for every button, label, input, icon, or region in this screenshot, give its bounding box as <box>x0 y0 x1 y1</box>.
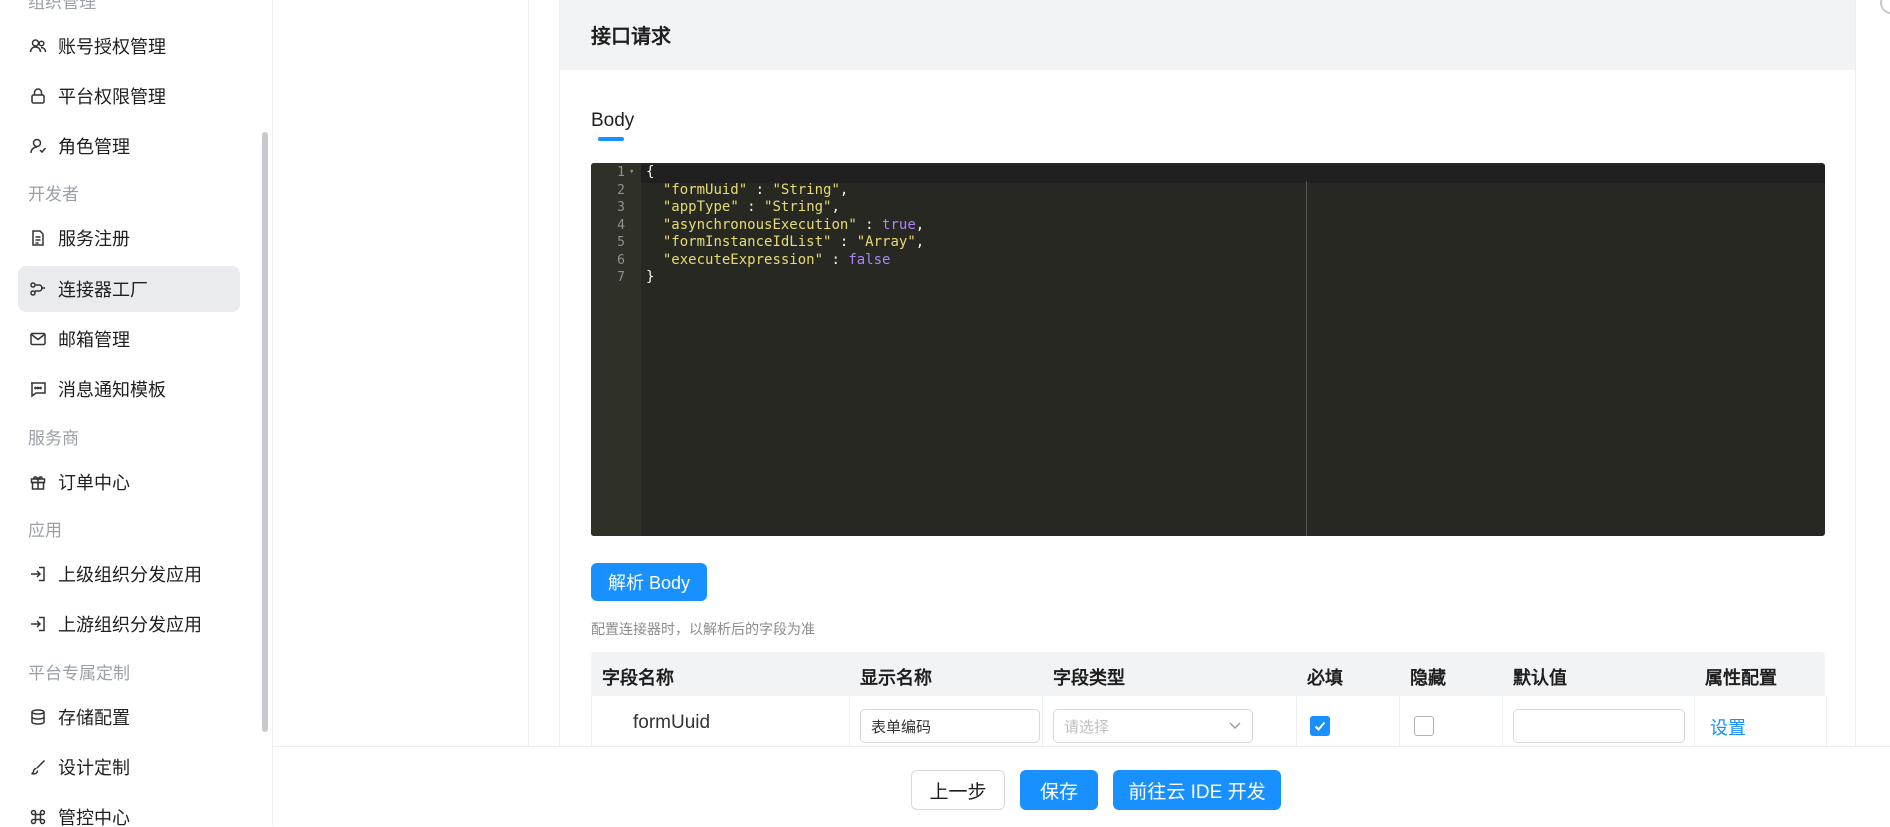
line-number: 7 <box>617 270 625 285</box>
sidebar: 组织管理 账号授权管理 平台权限管理 角色管理 开发者 服务注册 连接器工厂 邮… <box>0 0 273 826</box>
sidebar-item-connector-factory[interactable]: 连接器工厂 <box>18 266 240 312</box>
footer-bar: 上一步 保存 前往云 IDE 开发 <box>273 746 1890 827</box>
tab-body[interactable]: Body <box>591 110 634 132</box>
sidebar-item-label: 订单中心 <box>58 473 130 493</box>
header-required: 必填 <box>1307 668 1343 688</box>
header-hidden: 隐藏 <box>1410 668 1446 688</box>
parse-hint-text: 配置连接器时，以解析后的字段为准 <box>591 621 815 637</box>
editor-print-margin <box>1306 181 1307 536</box>
connector-icon <box>28 279 48 299</box>
login-icon <box>28 614 48 634</box>
sidebar-item-label: 平台权限管理 <box>58 87 166 107</box>
sidebar-item-control-center[interactable]: 管控中心 <box>18 794 240 826</box>
sidebar-item-label: 邮箱管理 <box>58 330 130 350</box>
table-header: 字段名称 显示名称 字段类型 必填 隐藏 默认值 属性配置 <box>591 652 1825 696</box>
line-number: 3 <box>617 200 625 215</box>
group-label-org: 组织管理 <box>28 0 96 12</box>
line-number: 6 <box>617 252 625 268</box>
field-name-cell: formUuid <box>633 712 711 733</box>
group-label-provider: 服务商 <box>28 429 79 448</box>
go-cloud-ide-button[interactable]: 前往云 IDE 开发 <box>1113 770 1281 810</box>
attr-config-link[interactable]: 设置 <box>1710 714 1746 740</box>
json-code-editor[interactable]: ▾ 1 2 3 4 5 6 7 { "formUuid" : "String",… <box>591 163 1825 536</box>
steps-column <box>293 0 529 746</box>
command-icon <box>28 807 48 826</box>
prev-step-button[interactable]: 上一步 <box>911 770 1005 810</box>
header-attr-config: 属性配置 <box>1705 668 1777 688</box>
display-name-input[interactable]: 表单编码 <box>860 709 1040 743</box>
hidden-checkbox[interactable] <box>1414 716 1434 736</box>
sidebar-item-label: 服务注册 <box>58 229 130 249</box>
header-field-type: 字段类型 <box>1053 668 1125 688</box>
group-label-platform-custom: 平台专属定制 <box>28 664 130 683</box>
sidebar-item-label: 上级组织分发应用 <box>58 565 202 585</box>
line-number: 1 <box>617 165 625 180</box>
sidebar-item-role[interactable]: 角色管理 <box>18 123 240 169</box>
sidebar-item-label: 连接器工厂 <box>58 280 148 300</box>
code-line: "formUuid" : "String", <box>662 181 849 198</box>
sidebar-item-label: 账号授权管理 <box>58 37 166 57</box>
sidebar-item-mail[interactable]: 邮箱管理 <box>18 316 240 362</box>
database-icon <box>28 707 48 727</box>
login-icon <box>28 564 48 584</box>
code-line: "executeExpression" : false <box>662 251 891 268</box>
header-default-value: 默认值 <box>1513 668 1567 688</box>
users-icon <box>28 36 48 56</box>
sidebar-item-label: 管控中心 <box>58 808 130 826</box>
line-number: 4 <box>617 217 625 233</box>
code-line: "asynchronousExecution" : true, <box>662 216 925 233</box>
group-label-developer: 开发者 <box>28 185 79 204</box>
sidebar-item-design-custom[interactable]: 设计定制 <box>18 744 240 790</box>
sidebar-scrollbar[interactable] <box>262 132 268 732</box>
sidebar-item-label: 上游组织分发应用 <box>58 615 202 635</box>
sidebar-item-label: 消息通知模板 <box>58 380 166 400</box>
code-line: "formInstanceIdList" : "Array", <box>662 234 925 250</box>
line-number: 5 <box>617 235 625 250</box>
sidebar-item-platform-permission[interactable]: 平台权限管理 <box>18 73 240 119</box>
default-value-input[interactable] <box>1513 709 1685 743</box>
group-label-apps: 应用 <box>28 521 62 540</box>
sidebar-item-upper-org-apps[interactable]: 上级组织分发应用 <box>18 551 240 597</box>
parse-body-button[interactable]: 解析 Body <box>591 563 707 601</box>
user-role-icon <box>28 136 48 156</box>
fold-arrow-icon[interactable]: ▾ <box>629 167 634 177</box>
sidebar-item-label: 设计定制 <box>58 758 130 778</box>
chevron-down-icon <box>1228 718 1242 736</box>
code-line: { <box>646 164 655 180</box>
sidebar-item-storage-config[interactable]: 存储配置 <box>18 694 240 740</box>
editor-gutter: ▾ 1 2 3 4 5 6 7 <box>591 163 641 536</box>
editor-active-line <box>641 165 1825 183</box>
code-line: } <box>646 269 655 285</box>
checkmark-icon <box>1314 721 1326 731</box>
line-number: 2 <box>617 182 625 198</box>
header-display-name: 显示名称 <box>860 668 932 688</box>
required-checkbox[interactable] <box>1310 716 1330 736</box>
document-icon <box>28 228 48 248</box>
sidebar-item-message-template[interactable]: 消息通知模板 <box>18 366 240 412</box>
message-icon <box>28 379 48 399</box>
sidebar-item-account-auth[interactable]: 账号授权管理 <box>18 23 240 69</box>
brush-icon <box>28 757 48 777</box>
api-request-card: 接口请求 Body ▾ 1 2 3 4 5 6 7 { "formUuid" :… <box>559 0 1856 756</box>
sidebar-item-label: 存储配置 <box>58 708 130 728</box>
field-type-select[interactable]: 请选择 <box>1053 709 1253 743</box>
code-line: "appType" : "String", <box>662 199 840 215</box>
sidebar-item-service-register[interactable]: 服务注册 <box>18 215 240 261</box>
field-type-placeholder: 请选择 <box>1064 718 1110 736</box>
save-button[interactable]: 保存 <box>1020 770 1098 810</box>
header-field-name: 字段名称 <box>602 668 674 688</box>
mail-icon <box>28 329 48 349</box>
gift-icon <box>28 472 48 492</box>
tab-active-indicator <box>598 137 624 141</box>
sidebar-item-label: 角色管理 <box>58 137 130 157</box>
card-title: 接口请求 <box>591 26 671 48</box>
sidebar-item-upstream-org-apps[interactable]: 上游组织分发应用 <box>18 601 240 647</box>
card-header: 接口请求 <box>560 0 1855 70</box>
lock-icon <box>28 86 48 106</box>
sidebar-item-order-center[interactable]: 订单中心 <box>18 459 240 505</box>
